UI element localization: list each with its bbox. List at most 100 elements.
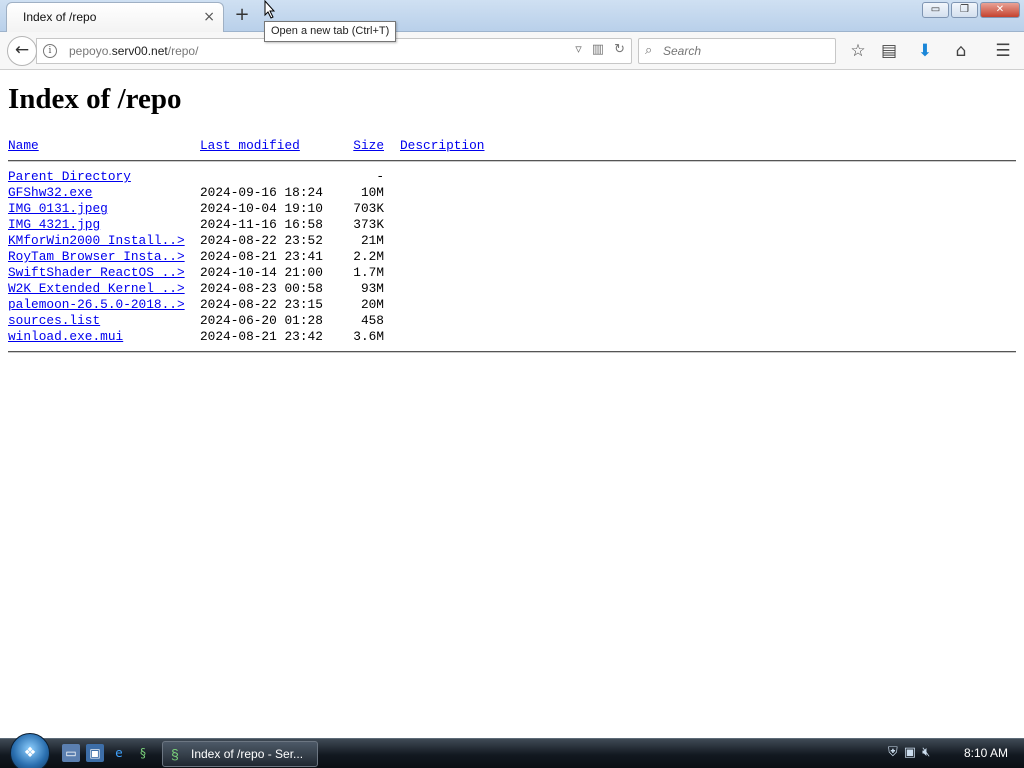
network-icon[interactable]: ▣	[904, 745, 916, 760]
windows-logo-icon: ❖	[23, 745, 37, 761]
listing-divider-top	[8, 160, 1016, 162]
info-icon[interactable]: i	[43, 44, 57, 58]
file-modified: 2024-06-20 01:28	[200, 313, 323, 328]
list-item: SwiftShader ReactOS ..> 2024-10-14 21:00 1…	[8, 265, 1016, 281]
tab-close-icon[interactable]: ×	[203, 9, 215, 25]
maximize-button[interactable]: ❐	[951, 2, 978, 18]
security-shield-icon[interactable]: ⛨	[888, 745, 898, 760]
navigation-toolbar: i pepoyo.serv00.net/repo/ ▿ ▥ ↻ ← ⌕ ☆ ▤ …	[0, 32, 1024, 70]
file-link[interactable]: W2K Extended Kernel ..>	[8, 281, 185, 296]
file-size: 2.2M	[353, 249, 384, 264]
list-item: Parent Directory -	[8, 169, 1016, 185]
file-modified: 2024-10-04 19:10	[200, 201, 323, 216]
file-modified: 2024-08-21 23:42	[200, 329, 323, 344]
file-link[interactable]: palemoon-26.5.0-2018..>	[8, 297, 185, 312]
hamburger-menu-icon[interactable]: ☰	[990, 38, 1016, 64]
file-size: 458	[360, 313, 384, 328]
back-button[interactable]: ←	[7, 36, 37, 66]
download-icon[interactable]: ⬇	[912, 38, 938, 64]
tab-strip: Index of /repo × + ▭ ❐ ✕	[0, 0, 1024, 32]
url-path: /repo/	[167, 44, 199, 58]
file-link[interactable]: SwiftShader ReactOS ..>	[8, 265, 185, 280]
home-icon[interactable]: ⌂	[948, 38, 974, 64]
start-button[interactable]: ❖	[10, 733, 50, 768]
url-bar-actions: ▿ ▥ ↻	[575, 42, 625, 57]
browser-quicklaunch-icon[interactable]: §	[134, 744, 152, 762]
file-modified: 2024-08-23 00:58	[200, 281, 323, 296]
page-content: Index of /repo Name Last modified Size Desc…	[8, 70, 1016, 360]
list-item: W2K Extended Kernel ..> 2024-08-23 00:58 9…	[8, 281, 1016, 297]
dropdown-icon[interactable]: ▿	[575, 42, 582, 57]
file-link[interactable]: IMG_4321.jpg	[8, 217, 100, 232]
parent-directory-link[interactable]: Parent Directory	[8, 169, 131, 184]
url-prefix: pepoyo.	[69, 44, 112, 58]
sort-by-size-link[interactable]: Size	[353, 138, 384, 153]
file-modified: 2024-08-21 23:41	[200, 249, 323, 264]
file-size: 20M	[360, 297, 384, 312]
file-link[interactable]: winload.exe.mui	[8, 329, 123, 344]
switch-windows-icon[interactable]: ▣	[86, 744, 104, 762]
file-size: 3.6M	[353, 329, 384, 344]
file-size: 373K	[353, 217, 384, 232]
file-modified: 2024-10-14 21:00	[200, 265, 323, 280]
file-modified: 2024-08-22 23:15	[200, 297, 323, 312]
back-arrow-icon: ←	[14, 40, 30, 60]
new-tab-tooltip: Open a new tab (Ctrl+T)	[264, 21, 397, 42]
sort-by-description-link[interactable]: Description	[400, 138, 484, 153]
volume-muted-icon[interactable]: 🔇︎	[922, 745, 930, 760]
file-link[interactable]: IMG_0131.jpeg	[8, 201, 108, 216]
page-heading: Index of /repo	[8, 83, 182, 115]
new-tab-button[interactable]: +	[230, 5, 254, 27]
file-size: 1.7M	[353, 265, 384, 280]
taskbar-window-item[interactable]: § Index of /repo - Ser...	[162, 741, 318, 767]
minimize-button[interactable]: ▭	[922, 2, 949, 18]
mouse-cursor-icon	[264, 0, 276, 19]
bookmark-star-icon[interactable]: ☆	[845, 38, 871, 64]
file-link[interactable]: sources.list	[8, 313, 100, 328]
tab-title: Index of /repo	[23, 10, 97, 24]
file-modified: 2024-09-16 18:24	[200, 185, 323, 200]
search-icon: ⌕	[645, 43, 653, 58]
close-window-button[interactable]: ✕	[980, 2, 1020, 18]
list-item: sources.list 2024-06-20 01:28 458	[8, 313, 1016, 329]
file-size: 21M	[360, 233, 384, 248]
sort-by-name-link[interactable]: Name	[8, 138, 39, 153]
window-controls: ▭ ❐ ✕	[922, 2, 1020, 18]
reader-view-icon[interactable]: ▥	[592, 42, 604, 57]
search-box[interactable]: ⌕	[638, 38, 836, 64]
file-size: 703K	[353, 201, 384, 216]
show-desktop-icon[interactable]: ▭	[62, 744, 80, 762]
taskbar: ❖ ▭ ▣ e § § Index of /repo - Ser... ⛨ ▣ …	[0, 733, 1024, 768]
file-link[interactable]: RoyTam Browser Insta..>	[8, 249, 185, 264]
tab-active[interactable]: Index of /repo ×	[6, 2, 224, 32]
file-modified: 2024-08-22 23:52	[200, 233, 323, 248]
reload-icon[interactable]: ↻	[614, 42, 625, 57]
list-item: GFShw32.exe 2024-09-16 18:24 10M	[8, 185, 1016, 201]
file-link[interactable]: KMforWin2000 Install..>	[8, 233, 185, 248]
listing-divider-bottom	[8, 351, 1016, 353]
list-item: KMforWin2000 Install..> 2024-08-22 23:52 2…	[8, 233, 1016, 249]
quick-launch: ▭ ▣ e §	[62, 744, 152, 762]
directory-listing: Name Last modified Size Description Parent …	[8, 138, 1016, 353]
file-size: -	[376, 169, 384, 184]
system-clock[interactable]: 8:10 AM	[964, 746, 1008, 760]
url-text[interactable]: pepoyo.serv00.net/repo/	[69, 44, 198, 58]
search-input[interactable]	[663, 42, 823, 60]
system-tray: ⛨ ▣ 🔇︎	[888, 745, 930, 760]
sort-by-modified-link[interactable]: Last modified	[200, 138, 300, 153]
internet-explorer-icon[interactable]: e	[110, 744, 128, 762]
list-item: RoyTam Browser Insta..> 2024-08-21 23:41 2…	[8, 249, 1016, 265]
taskbar-window-label: Index of /repo - Ser...	[191, 747, 304, 761]
list-item: palemoon-26.5.0-2018..> 2024-08-22 23:15 2…	[8, 297, 1016, 313]
listing-header-row: Name Last modified Size Description	[8, 138, 1016, 154]
list-item: winload.exe.mui 2024-08-21 23:42 3.6M	[8, 329, 1016, 345]
file-modified: 2024-11-16 16:58	[200, 217, 323, 232]
file-size: 10M	[360, 185, 384, 200]
browser-task-icon: §	[171, 746, 179, 762]
file-link[interactable]: GFShw32.exe	[8, 185, 92, 200]
list-item: IMG_4321.jpg 2024-11-16 16:58 373K	[8, 217, 1016, 233]
list-item: IMG_0131.jpeg 2024-10-04 19:10 703K	[8, 201, 1016, 217]
file-size: 93M	[360, 281, 384, 296]
library-icon[interactable]: ▤	[876, 38, 902, 64]
url-domain: serv00.net	[111, 44, 168, 58]
